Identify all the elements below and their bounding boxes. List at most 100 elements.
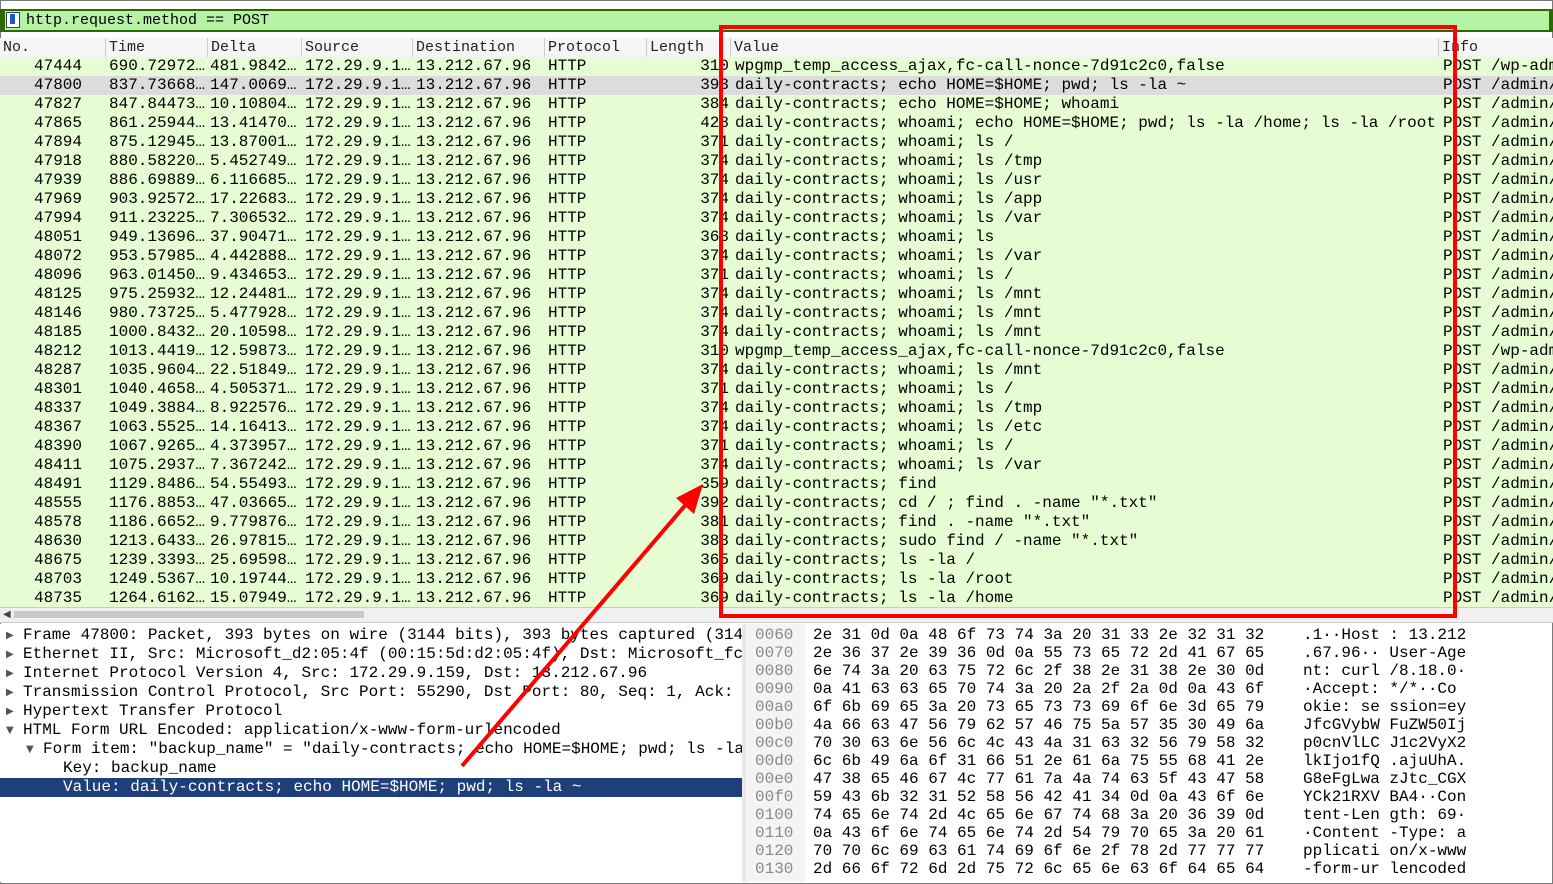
packet-row[interactable]: 48301 1040.4658… 4.505371… 172.29.9.1… 13.21… bbox=[0, 380, 1553, 399]
collapsed-arrow-icon[interactable]: ▶ bbox=[6, 645, 14, 664]
detail-item[interactable]: ▶ Transmission Control Protocol, Src Port… bbox=[0, 683, 742, 702]
detail-item[interactable]: ▶ Hypertext Transfer Protocol bbox=[0, 702, 742, 721]
expanded-arrow-icon[interactable]: ▼ bbox=[26, 740, 34, 759]
cell-len: 371 bbox=[700, 133, 729, 151]
cell-len: 374 bbox=[700, 190, 729, 208]
scroll-thumb[interactable] bbox=[14, 611, 364, 618]
packet-row[interactable]: 48337 1049.3884… 8.922576… 172.29.9.1… 13.21… bbox=[0, 399, 1553, 418]
hex-offset: 00a0 bbox=[755, 698, 794, 716]
col-protocol[interactable]: Protocol bbox=[545, 38, 647, 57]
packet-row[interactable]: 47918 880.58220… 5.452749… 172.29.9.1… 13.21… bbox=[0, 152, 1553, 171]
packet-row[interactable]: 48125 975.25932… 12.24481… 172.29.9.1… 13.21… bbox=[0, 285, 1553, 304]
collapsed-arrow-icon[interactable]: ▶ bbox=[6, 626, 14, 645]
cell-len: 393 bbox=[700, 76, 729, 94]
cell-value: daily-contracts; echo HOME=$HOME; pwd; l… bbox=[735, 76, 1187, 94]
col-destination[interactable]: Destination bbox=[413, 38, 545, 57]
cell-proto: HTTP bbox=[548, 361, 587, 379]
cell-len: 369 bbox=[700, 589, 729, 607]
packet-row[interactable]: 47939 886.69889… 6.116685… 172.29.9.1… 13.21… bbox=[0, 171, 1553, 190]
expanded-arrow-icon[interactable]: ▼ bbox=[6, 721, 14, 740]
packet-row[interactable]: 48411 1075.2937… 7.367242… 172.29.9.1… 13.21… bbox=[0, 456, 1553, 475]
detail-item[interactable]: Key: backup_name bbox=[0, 759, 742, 778]
collapsed-arrow-icon[interactable]: ▶ bbox=[6, 683, 14, 702]
cell-time: 861.25944… bbox=[109, 114, 206, 132]
cell-value: daily-contracts; find . -name "*.txt" bbox=[735, 513, 1091, 531]
col-time[interactable]: Time bbox=[106, 38, 208, 57]
cell-dst: 13.212.67.96 bbox=[416, 494, 532, 512]
detail-item[interactable]: Value: daily-contracts; echo HOME=$HOME;… bbox=[0, 778, 742, 797]
cell-no: 48390 bbox=[33, 437, 82, 455]
cell-delta: 4.373957… bbox=[210, 437, 297, 455]
filter-text[interactable]: http.request.method == POST bbox=[26, 11, 269, 30]
packet-row[interactable]: 48675 1239.3393… 25.69598… 172.29.9.1… 13.21… bbox=[0, 551, 1553, 570]
cell-info: POST /admin/ bbox=[1443, 190, 1553, 208]
col-source[interactable]: Source bbox=[302, 38, 413, 57]
cell-info: POST /admin/ bbox=[1443, 152, 1553, 170]
cell-time: 690.72972… bbox=[109, 57, 206, 75]
packet-row[interactable]: 48735 1264.6162… 15.07949… 172.29.9.1… 13.21… bbox=[0, 589, 1553, 607]
packet-row[interactable]: 48390 1067.9265… 4.373957… 172.29.9.1… 13.21… bbox=[0, 437, 1553, 456]
cell-len: 310 bbox=[700, 57, 729, 75]
hex-bytes: 6c 6b 49 6a 6f 31 66 51 2e 61 6a 75 55 6… bbox=[813, 752, 1265, 770]
cell-info: POST /admin/ bbox=[1443, 266, 1553, 284]
col-value[interactable]: Value bbox=[731, 38, 1439, 57]
cell-value: daily-contracts; whoami; ls / bbox=[735, 437, 1014, 455]
packet-row[interactable]: 47444 690.72972… 481.9842… 172.29.9.1… 13.21… bbox=[0, 57, 1553, 76]
display-filter-input[interactable]: http.request.method == POST bbox=[5, 11, 1549, 30]
packet-row[interactable]: 48287 1035.9604… 22.51849… 172.29.9.1… 13.21… bbox=[0, 361, 1553, 380]
bookmark-icon[interactable] bbox=[6, 12, 20, 28]
packet-row[interactable]: 48491 1129.8486… 54.55493… 172.29.9.1… 13.21… bbox=[0, 475, 1553, 494]
detail-text: Internet Protocol Version 4, Src: 172.29… bbox=[23, 664, 648, 682]
col-delta[interactable]: Delta bbox=[208, 38, 302, 57]
packet-row[interactable]: 48146 980.73725… 5.477928… 172.29.9.1… 13.21… bbox=[0, 304, 1553, 323]
cell-len: 374 bbox=[700, 361, 729, 379]
packet-row[interactable]: 48185 1000.8432… 20.10598… 172.29.9.1… 13.21… bbox=[0, 323, 1553, 342]
collapsed-arrow-icon[interactable]: ▶ bbox=[6, 702, 14, 721]
cell-len: 371 bbox=[700, 380, 729, 398]
cell-proto: HTTP bbox=[548, 380, 587, 398]
packet-row[interactable]: 47827 847.84473… 10.10804… 172.29.9.1… 13.21… bbox=[0, 95, 1553, 114]
packet-row[interactable]: 48212 1013.4419… 12.59873… 172.29.9.1… 13.21… bbox=[0, 342, 1553, 361]
packet-row[interactable]: 47865 861.25944… 13.41470… 172.29.9.1… 13.21… bbox=[0, 114, 1553, 133]
scroll-left-icon[interactable]: ◀ bbox=[3, 609, 11, 620]
cell-len: 374 bbox=[700, 152, 729, 170]
cell-proto: HTTP bbox=[548, 532, 587, 550]
hex-bytes: 70 30 63 6e 56 6c 4c 43 4a 31 63 32 56 7… bbox=[813, 734, 1265, 752]
detail-item[interactable]: ▶ Frame 47800: Packet, 393 bytes on wire … bbox=[0, 626, 742, 645]
packet-row[interactable]: 47969 903.92572… 17.22683… 172.29.9.1… 13.21… bbox=[0, 190, 1553, 209]
packet-row[interactable]: 48072 953.57985… 4.442888… 172.29.9.1… 13.21… bbox=[0, 247, 1553, 266]
cell-no: 48301 bbox=[33, 380, 82, 398]
cell-src: 172.29.9.1… bbox=[305, 513, 411, 531]
packet-row[interactable]: 48555 1176.8853… 47.03665… 172.29.9.1… 13.21… bbox=[0, 494, 1553, 513]
col-no[interactable]: No. bbox=[0, 38, 106, 57]
packet-row[interactable]: 48367 1063.5525… 14.16413… 172.29.9.1… 13.21… bbox=[0, 418, 1553, 437]
col-info[interactable]: Info bbox=[1439, 38, 1553, 57]
cell-dst: 13.212.67.96 bbox=[416, 95, 532, 113]
packet-bytes-pane: 0060 2e 31 0d 0a 48 6f 73 74 3a 20 31 33 … bbox=[746, 624, 1552, 882]
packet-row[interactable]: 47894 875.12945… 13.87001… 172.29.9.1… 13.21… bbox=[0, 133, 1553, 152]
collapsed-arrow-icon[interactable]: ▶ bbox=[6, 664, 14, 683]
detail-item[interactable]: ▼ HTML Form URL Encoded: application/x-ww… bbox=[0, 721, 742, 740]
cell-no: 48555 bbox=[33, 494, 82, 512]
packet-list-hscrollbar[interactable]: ◀ bbox=[0, 607, 1553, 623]
detail-item[interactable]: ▶ Ethernet II, Src: Microsoft_d2:05:4f (0… bbox=[0, 645, 742, 664]
col-length[interactable]: Length bbox=[647, 38, 731, 57]
packet-row[interactable]: 47994 911.23225… 7.306532… 172.29.9.1… 13.21… bbox=[0, 209, 1553, 228]
packet-row[interactable]: 48578 1186.6652… 9.779876… 172.29.9.1… 13.21… bbox=[0, 513, 1553, 532]
packet-list: 47444 690.72972… 481.9842… 172.29.9.1… 13.21… bbox=[0, 57, 1553, 607]
packet-row[interactable]: 48096 963.01450… 9.434653… 172.29.9.1… 13.21… bbox=[0, 266, 1553, 285]
detail-item[interactable]: ▼ Form item: "backup_name" = "daily-contr… bbox=[0, 740, 742, 759]
detail-item[interactable]: ▶ Internet Protocol Version 4, Src: 172.2… bbox=[0, 664, 742, 683]
display-filter-bar: http.request.method == POST bbox=[0, 9, 1553, 32]
cell-delta: 12.59873… bbox=[210, 342, 297, 360]
cell-time: 949.13696… bbox=[109, 228, 206, 246]
cell-len: 374 bbox=[700, 209, 729, 227]
cell-info: POST /admin/ bbox=[1443, 228, 1553, 246]
packet-row[interactable]: 48703 1249.5367… 10.19744… 172.29.9.1… 13.21… bbox=[0, 570, 1553, 589]
packet-row[interactable]: 47800 837.73668… 147.0069… 172.29.9.1… 13.21… bbox=[0, 76, 1553, 95]
cell-len: 359 bbox=[700, 475, 729, 493]
packet-row[interactable]: 48630 1213.6433… 26.97815… 172.29.9.1… 13.21… bbox=[0, 532, 1553, 551]
cell-time: 953.57985… bbox=[109, 247, 206, 265]
cell-time: 837.73668… bbox=[109, 76, 206, 94]
packet-row[interactable]: 48051 949.13696… 37.90471… 172.29.9.1… 13.21… bbox=[0, 228, 1553, 247]
